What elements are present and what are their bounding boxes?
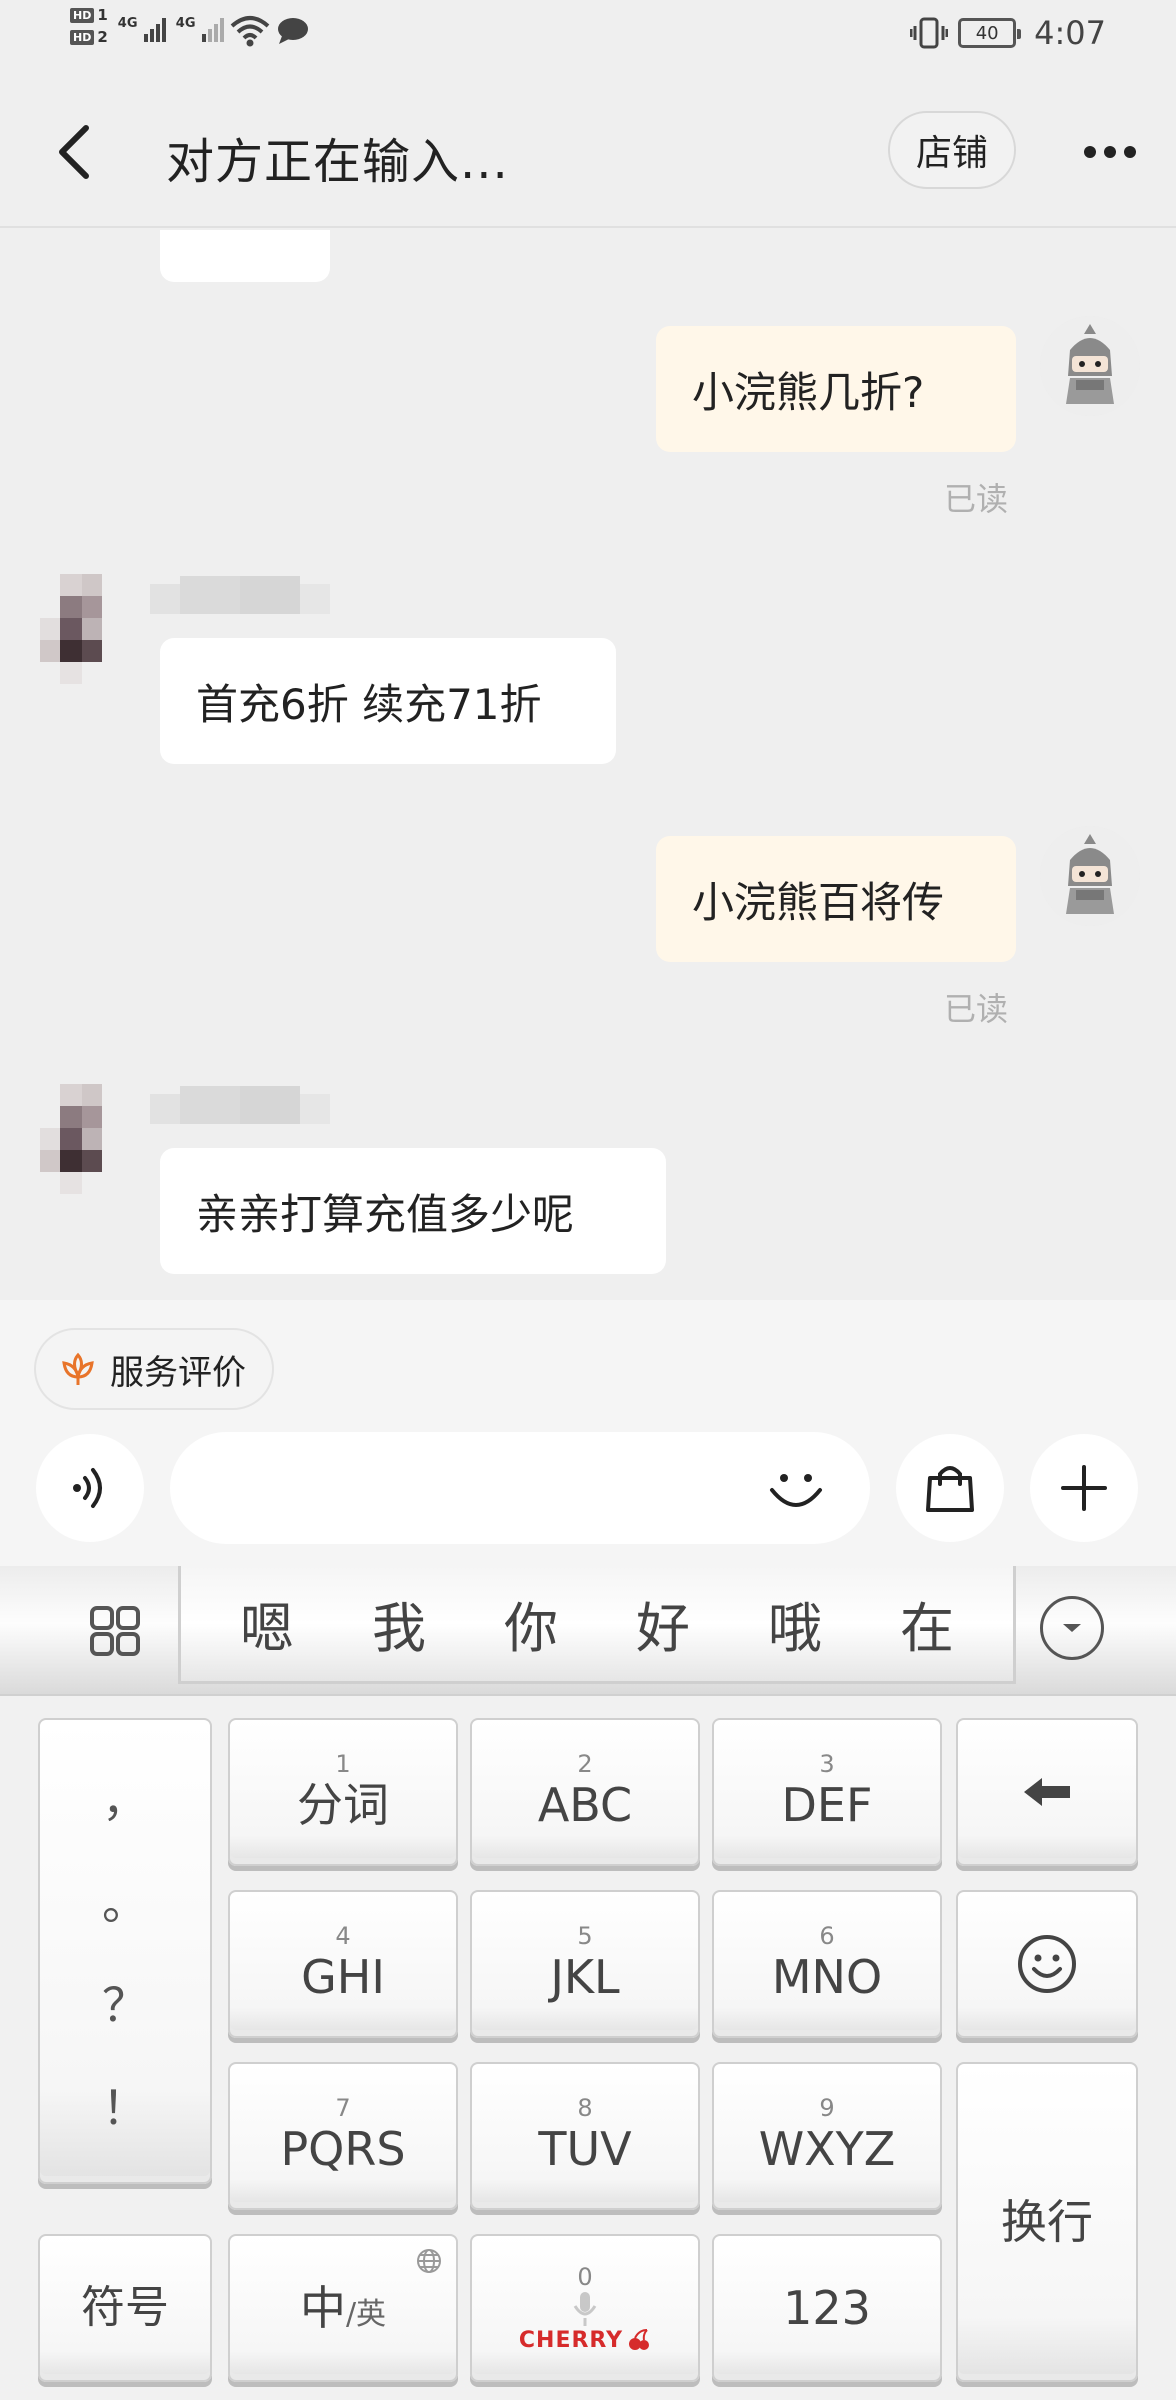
- globe-icon: [417, 2249, 441, 2273]
- smiley-icon: [770, 1474, 822, 1507]
- candidate-word[interactable]: 你: [504, 1584, 558, 1663]
- numbers-key[interactable]: 123: [712, 2234, 942, 2382]
- smiley-icon: [1018, 1935, 1076, 1993]
- message-bubble-outgoing[interactable]: 小浣熊几折?: [656, 326, 1016, 452]
- more-options-button[interactable]: [1070, 112, 1150, 192]
- message-bubble-outgoing[interactable]: 小浣熊百将传: [656, 836, 1016, 962]
- key-8[interactable]: 8 TUV: [470, 2062, 700, 2210]
- more-dot-icon: [1084, 146, 1096, 158]
- signal-icon-sim1: 4G: [118, 6, 166, 42]
- candidate-bar: 嗯 我 你 好 哦 在: [0, 1566, 1176, 1696]
- emoji-key[interactable]: [956, 1890, 1138, 2038]
- candidate-word[interactable]: 哦: [768, 1584, 822, 1663]
- message-input-box[interactable]: [170, 1432, 870, 1544]
- vibrate-icon: [910, 17, 949, 49]
- battery-icon: 40: [958, 18, 1022, 48]
- message-bubble-partial: [160, 230, 330, 282]
- comma-key[interactable]: ，: [102, 1764, 148, 1830]
- read-receipt: 已读: [944, 990, 1009, 1028]
- service-rating-label: 服务评价: [110, 1352, 246, 1393]
- chat-area[interactable]: 小浣熊几折? 已读 首充6折 续充71折 小浣熊百将传 已读 亲亲打算充值多少呢: [0, 230, 1176, 1300]
- message-notification-icon: [277, 18, 308, 44]
- cherry-icon: [629, 2329, 650, 2350]
- more-actions-button[interactable]: [1030, 1434, 1138, 1542]
- punctuation-key[interactable]: ， 。 ？ ！: [38, 1718, 212, 2184]
- candidate-word[interactable]: 好: [636, 1584, 690, 1663]
- key-7[interactable]: 7 PQRS: [228, 2062, 458, 2210]
- composer-area: 服务评价: [0, 1300, 1176, 1566]
- my-avatar[interactable]: [1040, 316, 1140, 416]
- chevron-down-icon: [1063, 1624, 1081, 1632]
- hide-keyboard-button[interactable]: [1040, 1596, 1104, 1660]
- key-3[interactable]: 3 DEF: [712, 1718, 942, 1866]
- hd-badge-1: HD 1: [70, 6, 108, 24]
- backspace-icon: [1024, 1778, 1070, 1806]
- my-avatar[interactable]: [1040, 826, 1140, 926]
- backspace-key[interactable]: [956, 1718, 1138, 1866]
- pixelated-avatar-icon: [40, 1084, 102, 1194]
- shop-avatar[interactable]: [40, 574, 132, 690]
- language-switch-key[interactable]: 中 /英: [228, 2234, 458, 2382]
- voice-input-button[interactable]: [36, 1434, 144, 1542]
- key-5[interactable]: 5 JKL: [470, 1890, 700, 2038]
- sender-name-blurred: [150, 576, 330, 622]
- service-rating-button[interactable]: 服务评价: [34, 1328, 274, 1410]
- back-button[interactable]: [44, 112, 104, 192]
- key-6[interactable]: 6 MNO: [712, 1890, 942, 2038]
- product-bag-button[interactable]: [896, 1434, 1004, 1542]
- hd-badge-2: HD 2: [70, 28, 108, 46]
- clock: 4:07: [1034, 14, 1106, 52]
- exclamation-key[interactable]: ！: [102, 2072, 148, 2138]
- lotus-icon: [62, 1352, 94, 1385]
- message-bubble-incoming[interactable]: 亲亲打算充值多少呢: [160, 1148, 666, 1274]
- key-2[interactable]: 2 ABC: [470, 1718, 700, 1866]
- plus-icon: [1061, 1465, 1107, 1511]
- shop-avatar[interactable]: [40, 1084, 132, 1200]
- sender-name-blurred: [150, 1086, 330, 1132]
- status-left: HD 1 HD 2 4G 4G: [70, 6, 310, 48]
- status-right: 40 4:07: [910, 14, 1106, 52]
- read-receipt: 已读: [944, 480, 1009, 518]
- enter-key[interactable]: 换行: [956, 2062, 1138, 2382]
- wifi-icon: [230, 16, 270, 47]
- cherry-logo: CHERRY: [519, 2328, 651, 2353]
- period-key[interactable]: 。: [102, 1867, 148, 1933]
- key-9[interactable]: 9 WXYZ: [712, 2062, 942, 2210]
- key-4[interactable]: 4 GHI: [228, 1890, 458, 2038]
- ime-keyboard: 嗯 我 你 好 哦 在 ， 。 ？ ！ 1 分词 2 ABC 3 DEF 4 G…: [0, 1566, 1176, 2400]
- keyboard-menu-button[interactable]: [80, 1596, 150, 1666]
- signal-icon-sim2: 4G: [176, 6, 224, 42]
- pixelated-avatar-icon: [40, 574, 102, 684]
- symbols-key[interactable]: 符号: [38, 2234, 212, 2382]
- message-bubble-incoming[interactable]: 首充6折 续充71折: [160, 638, 616, 764]
- ninja-avatar-icon: [1040, 826, 1140, 926]
- voice-icon: [73, 1468, 102, 1508]
- candidate-list: 嗯 我 你 好 哦 在: [178, 1566, 1016, 1684]
- message-input[interactable]: [210, 1460, 770, 1516]
- chevron-left-icon: [59, 125, 89, 179]
- key-1[interactable]: 1 分词: [228, 1718, 458, 1866]
- microphone-icon: [573, 2291, 597, 2326]
- status-bar: HD 1 HD 2 4G 4G 40 4:07: [0, 0, 1176, 72]
- candidate-word[interactable]: 我: [372, 1584, 426, 1663]
- shop-button[interactable]: 店铺: [888, 111, 1016, 189]
- shopping-bag-icon: [926, 1466, 974, 1512]
- question-key[interactable]: ？: [102, 1969, 148, 2035]
- grid-icon: [90, 1606, 140, 1656]
- candidate-word[interactable]: 嗯: [240, 1584, 294, 1663]
- chat-header: 对方正在输入... 店铺: [0, 72, 1176, 228]
- page-title: 对方正在输入...: [166, 134, 509, 190]
- space-key[interactable]: 0 CHERRY: [470, 2234, 700, 2382]
- ninja-avatar-icon: [1040, 316, 1140, 416]
- emoji-button[interactable]: [766, 1458, 826, 1518]
- candidate-word[interactable]: 在: [900, 1584, 954, 1663]
